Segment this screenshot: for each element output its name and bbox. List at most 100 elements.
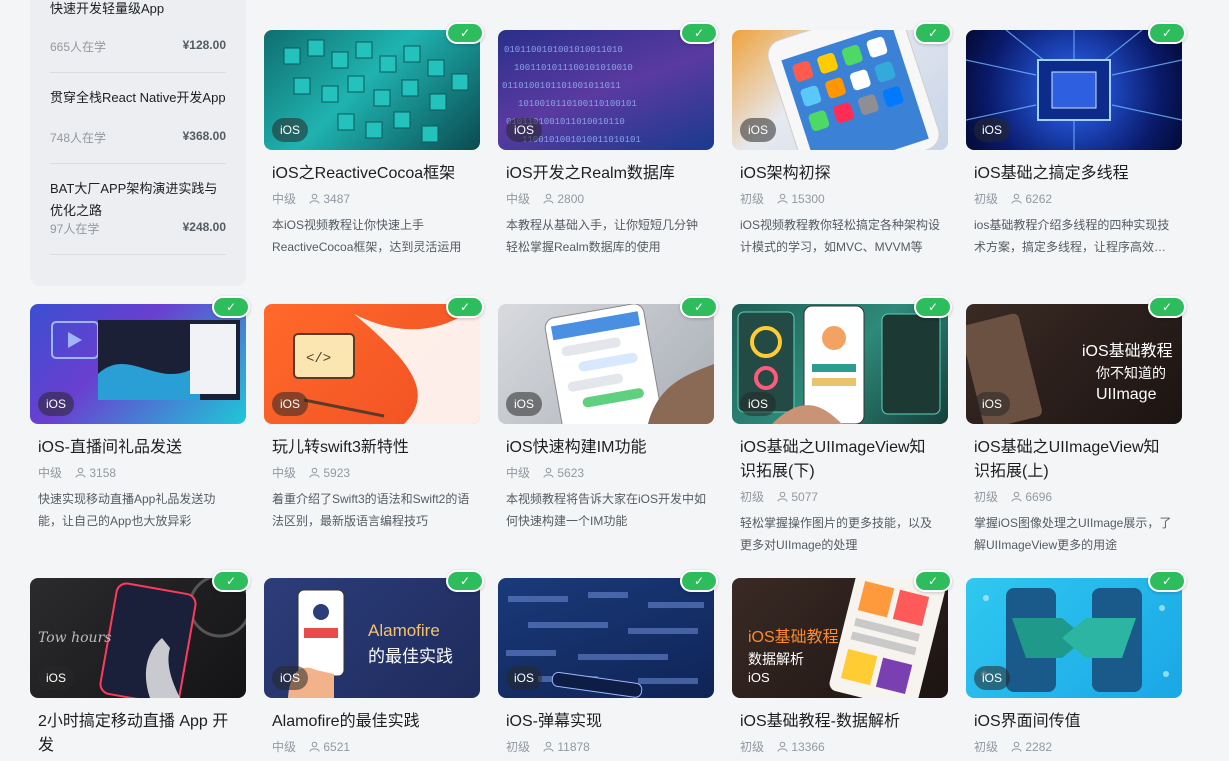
course-title[interactable]: iOS-弹幕实现: [506, 710, 706, 734]
course-thumbnail[interactable]: iOS: [966, 578, 1182, 698]
sidebar-course-students: 97人在学: [50, 222, 100, 236]
course-meta: 中级 5923: [272, 464, 472, 482]
course-card[interactable]: Tow hours iOS ✓ 2小时搞定移动直播 App 开发: [30, 570, 250, 758]
user-icon: [777, 491, 788, 502]
course-title[interactable]: Alamofire的最佳实践: [272, 710, 472, 734]
student-count: 5623: [557, 466, 585, 480]
check-badge-icon: ✓: [680, 22, 718, 44]
course-title[interactable]: iOS基础之搞定多线程: [974, 162, 1174, 186]
course-card[interactable]: iOS ✓ iOS-弹幕实现 初级 11878: [498, 570, 718, 756]
course-card[interactable]: Alamofire 的最佳实践 iOS ✓ Alamofire的最佳实践 中级 …: [264, 570, 484, 756]
hot-course-sidebar: 快速开发轻量级App 665人在学 ¥128.00 贯穿全栈React Nati…: [30, 0, 246, 286]
course-title[interactable]: iOS架构初探: [740, 162, 940, 186]
divider: [50, 72, 226, 73]
course-card[interactable]: iOS ✓ iOS基础之UIImageView知识拓展(下) 初级 5077 轻…: [732, 296, 952, 556]
check-badge-icon: ✓: [446, 296, 484, 318]
course-level: 初级: [506, 740, 531, 754]
sidebar-course-price: ¥128.00: [182, 38, 226, 52]
course-meta: 中级 3158: [38, 464, 238, 482]
course-title[interactable]: iOS基础教程-数据解析: [740, 710, 940, 734]
course-description: 快速实现移动直播App礼品发送功能，让自己的App也大放异彩: [38, 492, 216, 528]
thumbnail-subheading: UIImage: [1096, 386, 1157, 403]
course-card[interactable]: iOS ✓ iOS-直播间礼品发送 中级 3158 快速实现移动直播App礼品发…: [30, 296, 250, 532]
course-thumbnail[interactable]: iOS: [732, 30, 948, 150]
course-title[interactable]: iOS-直播间礼品发送: [38, 436, 238, 460]
course-title[interactable]: iOS界面间传值: [974, 710, 1174, 734]
thumbnail-subheading: 的最佳实践: [368, 647, 453, 666]
course-thumbnail[interactable]: Tow hours iOS: [30, 578, 246, 698]
course-thumbnail[interactable]: iOS: [498, 304, 714, 424]
platform-tag: iOS: [272, 666, 309, 690]
user-icon: [1011, 491, 1022, 502]
course-card[interactable]: iOS基础教程 你不知道的 UIImage iOS ✓ iOS基础之UIImag…: [966, 296, 1186, 556]
course-title[interactable]: iOS基础之UIImageView知识拓展(上): [974, 436, 1174, 484]
user-icon: [777, 193, 788, 204]
course-title[interactable]: iOS开发之Realm数据库: [506, 162, 706, 186]
course-title[interactable]: iOS之ReactiveCocoa框架: [272, 162, 472, 186]
course-meta: 初级 11878: [506, 738, 706, 756]
platform-tag: iOS: [38, 666, 75, 690]
course-thumbnail[interactable]: iOS: [498, 578, 714, 698]
check-badge-icon: ✓: [212, 296, 250, 318]
course-thumbnail[interactable]: iOS: [264, 30, 480, 150]
check-badge-icon: ✓: [680, 570, 718, 592]
course-card[interactable]: 0101100101001010011010 10011010111001010…: [498, 22, 718, 258]
sidebar-course-students: 748人在学: [50, 131, 107, 145]
check-badge-icon: ✓: [446, 22, 484, 44]
course-thumbnail[interactable]: iOS: [732, 304, 948, 424]
course-meta: 初级 13366: [740, 738, 940, 756]
course-level: 初级: [740, 192, 765, 206]
course-card[interactable]: </> iOS ✓ 玩儿转swift3新特性 中级 5923 着重介绍了Swif…: [264, 296, 484, 532]
course-thumbnail[interactable]: iOS: [30, 304, 246, 424]
course-meta: 初级 6262: [974, 190, 1174, 208]
platform-tag: iOS: [974, 392, 1011, 416]
platform-tag: iOS: [272, 118, 309, 142]
course-thumbnail[interactable]: </> iOS: [264, 304, 480, 424]
course-card[interactable]: iOS基础教程 数据解析 iOS ✓ iOS基础教程-数据解析 初级 13366: [732, 570, 952, 756]
course-description: iOS视频教程教你轻松搞定各种架构设计模式的学习，如MVC、MVVM等: [740, 218, 940, 254]
course-card[interactable]: iOS ✓ iOS快速构建IM功能 中级 5623 本视频教程将告诉大家在iOS…: [498, 296, 718, 532]
student-count: 2800: [557, 192, 585, 206]
course-level: 初级: [974, 740, 999, 754]
course-card[interactable]: iOS ✓ iOS架构初探 初级 15300 iOS视频教程教你轻松搞定各种架构…: [732, 22, 952, 258]
course-title[interactable]: iOS快速构建IM功能: [506, 436, 706, 460]
thumbnail-heading: iOS基础教程: [1082, 342, 1173, 360]
course-title[interactable]: 2小时搞定移动直播 App 开发: [38, 710, 238, 758]
check-badge-icon: ✓: [1148, 570, 1186, 592]
course-thumbnail[interactable]: iOS基础教程 你不知道的 UIImage iOS: [966, 304, 1182, 424]
sidebar-course-item[interactable]: 快速开发轻量级App: [50, 0, 226, 20]
check-badge-icon: ✓: [914, 22, 952, 44]
course-thumbnail[interactable]: iOS基础教程 数据解析 iOS: [732, 578, 948, 698]
course-card[interactable]: iOS ✓ iOS界面间传值 初级 2282: [966, 570, 1186, 756]
sidebar-course-item[interactable]: 贯穿全栈React Native开发App: [50, 87, 226, 109]
course-thumbnail[interactable]: 0101100101001010011010 10011010111001010…: [498, 30, 714, 150]
platform-tag: iOS: [974, 666, 1011, 690]
svg-text:1001101011100101010010: 1001101011100101010010: [514, 63, 633, 73]
course-card[interactable]: iOS ✓ iOS之ReactiveCocoa框架 中级 3487 本iOS视频…: [264, 22, 484, 258]
course-thumbnail[interactable]: Alamofire 的最佳实践 iOS: [264, 578, 480, 698]
course-level: 初级: [740, 740, 765, 754]
course-level: 中级: [272, 466, 297, 480]
course-card[interactable]: iOS ✓ iOS基础之搞定多线程 初级 6262 ios基础教程介绍多线程的四…: [966, 22, 1186, 258]
thumbnail-heading: iOS基础教程: [748, 628, 839, 646]
sidebar-course-meta-row: 665人在学 ¥128.00: [50, 38, 226, 58]
student-count: 3487: [323, 192, 351, 206]
course-thumbnail[interactable]: iOS: [966, 30, 1182, 150]
sidebar-course-meta-row: 748人在学 ¥368.00: [50, 129, 226, 149]
student-count: 6696: [1025, 490, 1053, 504]
check-badge-icon: ✓: [680, 296, 718, 318]
course-title[interactable]: 玩儿转swift3新特性: [272, 436, 472, 460]
check-badge-icon: ✓: [1148, 22, 1186, 44]
user-icon: [309, 193, 320, 204]
platform-tag: iOS: [272, 392, 309, 416]
data-parsing-illustration: iOS基础教程 数据解析 iOS: [748, 578, 945, 698]
course-title[interactable]: iOS基础之UIImageView知识拓展(下): [740, 436, 940, 484]
thumbnail-subheading: iOS: [748, 670, 770, 685]
course-description: 本视频教程将告诉大家在iOS开发中如何快速构建一个IM功能: [506, 492, 706, 528]
course-level: 中级: [272, 192, 297, 206]
course-description: 着重介绍了Swift3的语法和Swift2的语法区别，最新版语言编程技巧: [272, 492, 470, 528]
check-badge-icon: ✓: [914, 570, 952, 592]
sidebar-course-item[interactable]: BAT大厂APP架构演进实践与优化之路: [50, 178, 226, 222]
check-badge-icon: ✓: [446, 570, 484, 592]
course-meta: 初级 6696: [974, 488, 1174, 506]
